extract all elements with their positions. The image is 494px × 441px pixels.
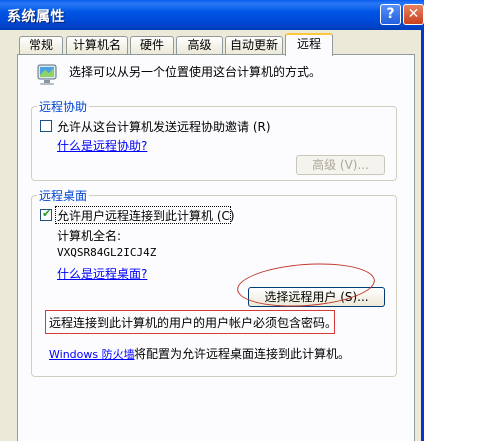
tab-general[interactable]: 常规: [19, 36, 63, 54]
firewall-config-text: 将配置为允许远程桌面连接到此计算机。: [134, 347, 351, 361]
tab-advanced[interactable]: 高级: [176, 36, 223, 54]
tab-automatic-updates[interactable]: 自动更新: [225, 36, 283, 54]
remote-desktop-checkbox-label[interactable]: 允许用户远程连接到此计算机 (C): [57, 207, 235, 224]
remote-assistance-group-label: 远程协助: [37, 98, 90, 115]
tab-hardware[interactable]: 硬件: [130, 36, 174, 54]
tab-computer-name[interactable]: 计算机名: [66, 36, 128, 54]
computer-icon: [37, 64, 57, 85]
system-properties-window: 系统属性 ? ✕ 常规 计算机名 硬件 高级 自动更新 远程 选择可以从另一个位…: [0, 0, 424, 441]
intro-text: 选择可以从另一个位置使用这台计算机的方式。: [69, 65, 322, 79]
title-bar[interactable]: 系统属性 ? ✕: [0, 0, 424, 30]
checkmark-icon: ✔: [42, 207, 52, 220]
computer-name-value: VXQSR84GL2ICJ4Z: [57, 246, 157, 259]
tab-remote[interactable]: 远程: [285, 33, 333, 56]
screen: 系统属性 ? ✕ 常规 计算机名 硬件 高级 自动更新 远程 选择可以从另一个位…: [0, 0, 494, 441]
computer-name-label: 计算机全名:: [57, 229, 122, 243]
password-requirement-note: 远程连接到此计算机的用户的用户帐户必须包含密码。: [49, 316, 338, 330]
windows-firewall-link[interactable]: Windows 防火墙: [49, 346, 135, 362]
close-button[interactable]: ✕: [403, 4, 424, 25]
remote-assistance-checkbox[interactable]: [40, 120, 52, 132]
remote-desktop-checkbox[interactable]: ✔: [40, 207, 52, 221]
remote-assistance-help-link[interactable]: 什么是远程协助?: [57, 137, 147, 154]
advanced-button[interactable]: 高级 (V)...: [296, 155, 385, 175]
remote-desktop-help-link[interactable]: 什么是远程桌面?: [57, 265, 147, 282]
remote-desktop-group-label: 远程桌面: [37, 187, 90, 204]
remote-assistance-checkbox-label[interactable]: 允许从这台计算机发送远程协助邀请 (R): [57, 118, 271, 135]
select-remote-users-button[interactable]: 选择远程用户 (S)...: [248, 287, 385, 307]
help-button[interactable]: ?: [380, 4, 401, 25]
window-title: 系统属性: [7, 9, 65, 25]
